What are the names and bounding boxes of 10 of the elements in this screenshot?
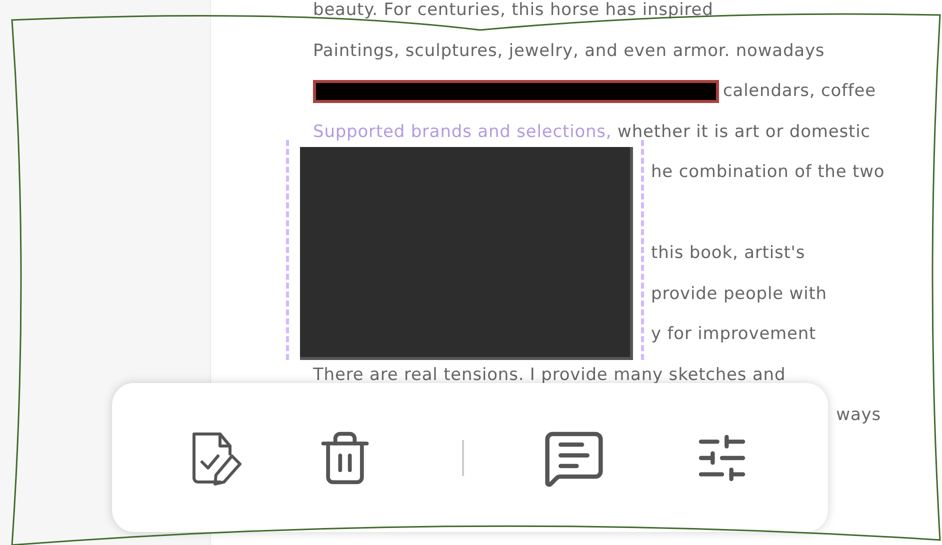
body-text: Supported brands and selections, whether it is art or domestic xyxy=(313,122,870,142)
body-text: There are real tensions. I provide many sketches and xyxy=(313,364,786,385)
body-text: he combination of the two xyxy=(651,162,885,182)
body-text: this book, artist's xyxy=(651,243,806,264)
body-text: ways xyxy=(836,405,881,426)
body-text: Paintings, sculptures, jewelry, and even armor. nowadays xyxy=(313,40,825,61)
body-text: provide people with xyxy=(651,284,827,304)
body-text: calendars, coffee xyxy=(723,81,876,102)
body-text: beauty. For centuries, this horse has inspired xyxy=(313,0,714,20)
body-text: y for improvement xyxy=(651,324,816,344)
